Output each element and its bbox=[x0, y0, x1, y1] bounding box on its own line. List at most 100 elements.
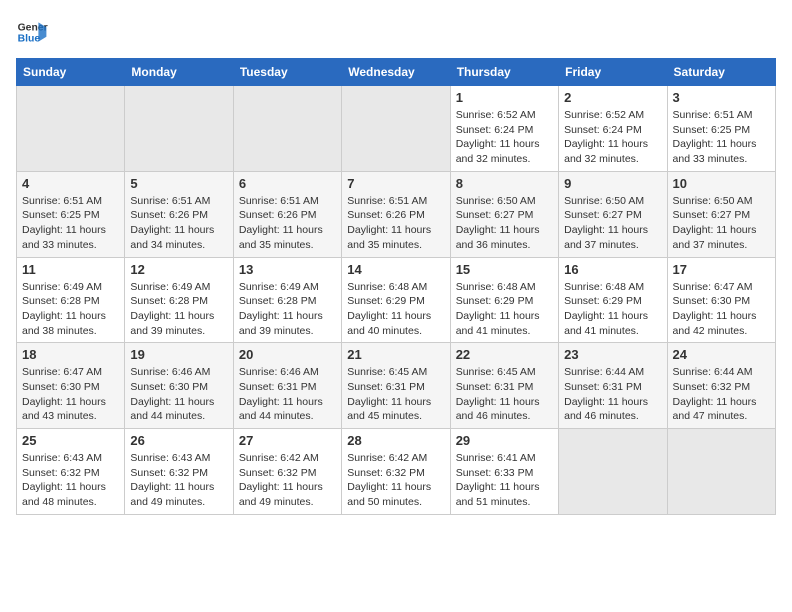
header-row: SundayMondayTuesdayWednesdayThursdayFrid… bbox=[17, 59, 776, 86]
day-number: 19 bbox=[130, 347, 227, 362]
day-number: 7 bbox=[347, 176, 444, 191]
day-number: 2 bbox=[564, 90, 661, 105]
header-cell-thursday: Thursday bbox=[450, 59, 558, 86]
day-info: Sunrise: 6:51 AM Sunset: 6:26 PM Dayligh… bbox=[239, 194, 336, 253]
calendar-header: SundayMondayTuesdayWednesdayThursdayFrid… bbox=[17, 59, 776, 86]
page-header: General Blue bbox=[16, 16, 776, 48]
day-info: Sunrise: 6:52 AM Sunset: 6:24 PM Dayligh… bbox=[456, 108, 553, 167]
day-number: 15 bbox=[456, 262, 553, 277]
day-cell: 24 Sunrise: 6:44 AM Sunset: 6:32 PM Dayli… bbox=[667, 343, 775, 429]
day-info: Sunrise: 6:45 AM Sunset: 6:31 PM Dayligh… bbox=[347, 365, 444, 424]
day-number: 29 bbox=[456, 433, 553, 448]
logo: General Blue bbox=[16, 16, 52, 48]
day-number: 27 bbox=[239, 433, 336, 448]
calendar-body: 1 Sunrise: 6:52 AM Sunset: 6:24 PM Daylig… bbox=[17, 86, 776, 515]
day-cell: 26 Sunrise: 6:43 AM Sunset: 6:32 PM Dayli… bbox=[125, 429, 233, 515]
day-cell bbox=[125, 86, 233, 172]
day-info: Sunrise: 6:43 AM Sunset: 6:32 PM Dayligh… bbox=[22, 451, 119, 510]
day-cell: 22 Sunrise: 6:45 AM Sunset: 6:31 PM Dayli… bbox=[450, 343, 558, 429]
day-cell bbox=[559, 429, 667, 515]
day-cell: 16Sunrise: 6:48 AM Sunset: 6:29 PM Dayli… bbox=[559, 257, 667, 343]
day-info: Sunrise: 6:43 AM Sunset: 6:32 PM Dayligh… bbox=[130, 451, 227, 510]
day-cell: 25 Sunrise: 6:43 AM Sunset: 6:32 PM Dayli… bbox=[17, 429, 125, 515]
day-number: 21 bbox=[347, 347, 444, 362]
day-cell: 2Sunrise: 6:52 AM Sunset: 6:24 PM Daylig… bbox=[559, 86, 667, 172]
day-info: Sunrise: 6:47 AM Sunset: 6:30 PM Dayligh… bbox=[673, 280, 770, 339]
header-cell-tuesday: Tuesday bbox=[233, 59, 341, 86]
day-number: 8 bbox=[456, 176, 553, 191]
day-cell bbox=[342, 86, 450, 172]
header-cell-wednesday: Wednesday bbox=[342, 59, 450, 86]
logo-icon: General Blue bbox=[16, 16, 48, 48]
day-number: 26 bbox=[130, 433, 227, 448]
day-number: 24 bbox=[673, 347, 770, 362]
day-cell: 21 Sunrise: 6:45 AM Sunset: 6:31 PM Dayli… bbox=[342, 343, 450, 429]
day-cell: 7 Sunrise: 6:51 AM Sunset: 6:26 PM Daylig… bbox=[342, 171, 450, 257]
day-cell: 13Sunrise: 6:49 AM Sunset: 6:28 PM Dayli… bbox=[233, 257, 341, 343]
day-cell: 10 Sunrise: 6:50 AM Sunset: 6:27 PM Dayli… bbox=[667, 171, 775, 257]
day-number: 4 bbox=[22, 176, 119, 191]
day-cell: 20 Sunrise: 6:46 AM Sunset: 6:31 PM Dayli… bbox=[233, 343, 341, 429]
day-info: Sunrise: 6:42 AM Sunset: 6:32 PM Dayligh… bbox=[347, 451, 444, 510]
day-info: Sunrise: 6:50 AM Sunset: 6:27 PM Dayligh… bbox=[564, 194, 661, 253]
day-number: 1 bbox=[456, 90, 553, 105]
day-cell: 4 Sunrise: 6:51 AM Sunset: 6:25 PM Daylig… bbox=[17, 171, 125, 257]
day-info: Sunrise: 6:51 AM Sunset: 6:26 PM Dayligh… bbox=[130, 194, 227, 253]
week-row-5: 25 Sunrise: 6:43 AM Sunset: 6:32 PM Dayli… bbox=[17, 429, 776, 515]
day-number: 22 bbox=[456, 347, 553, 362]
day-number: 18 bbox=[22, 347, 119, 362]
day-info: Sunrise: 6:49 AM Sunset: 6:28 PM Dayligh… bbox=[22, 280, 119, 339]
day-info: Sunrise: 6:42 AM Sunset: 6:32 PM Dayligh… bbox=[239, 451, 336, 510]
day-cell: 28 Sunrise: 6:42 AM Sunset: 6:32 PM Dayli… bbox=[342, 429, 450, 515]
day-info: Sunrise: 6:44 AM Sunset: 6:31 PM Dayligh… bbox=[564, 365, 661, 424]
day-info: Sunrise: 6:51 AM Sunset: 6:26 PM Dayligh… bbox=[347, 194, 444, 253]
day-number: 28 bbox=[347, 433, 444, 448]
day-number: 3 bbox=[673, 90, 770, 105]
day-cell: 5 Sunrise: 6:51 AM Sunset: 6:26 PM Daylig… bbox=[125, 171, 233, 257]
day-info: Sunrise: 6:41 AM Sunset: 6:33 PM Dayligh… bbox=[456, 451, 553, 510]
day-cell: 19 Sunrise: 6:46 AM Sunset: 6:30 PM Dayli… bbox=[125, 343, 233, 429]
day-cell: 29 Sunrise: 6:41 AM Sunset: 6:33 PM Dayli… bbox=[450, 429, 558, 515]
day-number: 25 bbox=[22, 433, 119, 448]
day-cell bbox=[17, 86, 125, 172]
day-info: Sunrise: 6:45 AM Sunset: 6:31 PM Dayligh… bbox=[456, 365, 553, 424]
calendar-table: SundayMondayTuesdayWednesdayThursdayFrid… bbox=[16, 58, 776, 515]
header-cell-friday: Friday bbox=[559, 59, 667, 86]
day-number: 17 bbox=[673, 262, 770, 277]
header-cell-sunday: Sunday bbox=[17, 59, 125, 86]
day-number: 6 bbox=[239, 176, 336, 191]
svg-text:Blue: Blue bbox=[18, 34, 41, 45]
day-number: 13 bbox=[239, 262, 336, 277]
day-cell: 27 Sunrise: 6:42 AM Sunset: 6:32 PM Dayli… bbox=[233, 429, 341, 515]
day-cell: 9Sunrise: 6:50 AM Sunset: 6:27 PM Daylig… bbox=[559, 171, 667, 257]
day-info: Sunrise: 6:50 AM Sunset: 6:27 PM Dayligh… bbox=[673, 194, 770, 253]
day-cell: 15Sunrise: 6:48 AM Sunset: 6:29 PM Dayli… bbox=[450, 257, 558, 343]
week-row-1: 1 Sunrise: 6:52 AM Sunset: 6:24 PM Daylig… bbox=[17, 86, 776, 172]
day-info: Sunrise: 6:46 AM Sunset: 6:30 PM Dayligh… bbox=[130, 365, 227, 424]
week-row-2: 4 Sunrise: 6:51 AM Sunset: 6:25 PM Daylig… bbox=[17, 171, 776, 257]
day-cell: 12Sunrise: 6:49 AM Sunset: 6:28 PM Dayli… bbox=[125, 257, 233, 343]
day-number: 11 bbox=[22, 262, 119, 277]
day-cell: 1 Sunrise: 6:52 AM Sunset: 6:24 PM Daylig… bbox=[450, 86, 558, 172]
week-row-4: 18 Sunrise: 6:47 AM Sunset: 6:30 PM Dayli… bbox=[17, 343, 776, 429]
day-info: Sunrise: 6:47 AM Sunset: 6:30 PM Dayligh… bbox=[22, 365, 119, 424]
day-number: 12 bbox=[130, 262, 227, 277]
day-info: Sunrise: 6:51 AM Sunset: 6:25 PM Dayligh… bbox=[22, 194, 119, 253]
day-cell bbox=[667, 429, 775, 515]
day-number: 23 bbox=[564, 347, 661, 362]
day-info: Sunrise: 6:50 AM Sunset: 6:27 PM Dayligh… bbox=[456, 194, 553, 253]
day-cell: 3 Sunrise: 6:51 AM Sunset: 6:25 PM Daylig… bbox=[667, 86, 775, 172]
day-cell: 8 Sunrise: 6:50 AM Sunset: 6:27 PM Daylig… bbox=[450, 171, 558, 257]
day-info: Sunrise: 6:48 AM Sunset: 6:29 PM Dayligh… bbox=[347, 280, 444, 339]
day-cell: 23 Sunrise: 6:44 AM Sunset: 6:31 PM Dayli… bbox=[559, 343, 667, 429]
day-number: 16 bbox=[564, 262, 661, 277]
week-row-3: 11 Sunrise: 6:49 AM Sunset: 6:28 PM Dayli… bbox=[17, 257, 776, 343]
day-info: Sunrise: 6:51 AM Sunset: 6:25 PM Dayligh… bbox=[673, 108, 770, 167]
day-cell: 6 Sunrise: 6:51 AM Sunset: 6:26 PM Daylig… bbox=[233, 171, 341, 257]
day-info: Sunrise: 6:44 AM Sunset: 6:32 PM Dayligh… bbox=[673, 365, 770, 424]
day-number: 20 bbox=[239, 347, 336, 362]
day-number: 14 bbox=[347, 262, 444, 277]
day-number: 10 bbox=[673, 176, 770, 191]
day-number: 5 bbox=[130, 176, 227, 191]
day-info: Sunrise: 6:46 AM Sunset: 6:31 PM Dayligh… bbox=[239, 365, 336, 424]
